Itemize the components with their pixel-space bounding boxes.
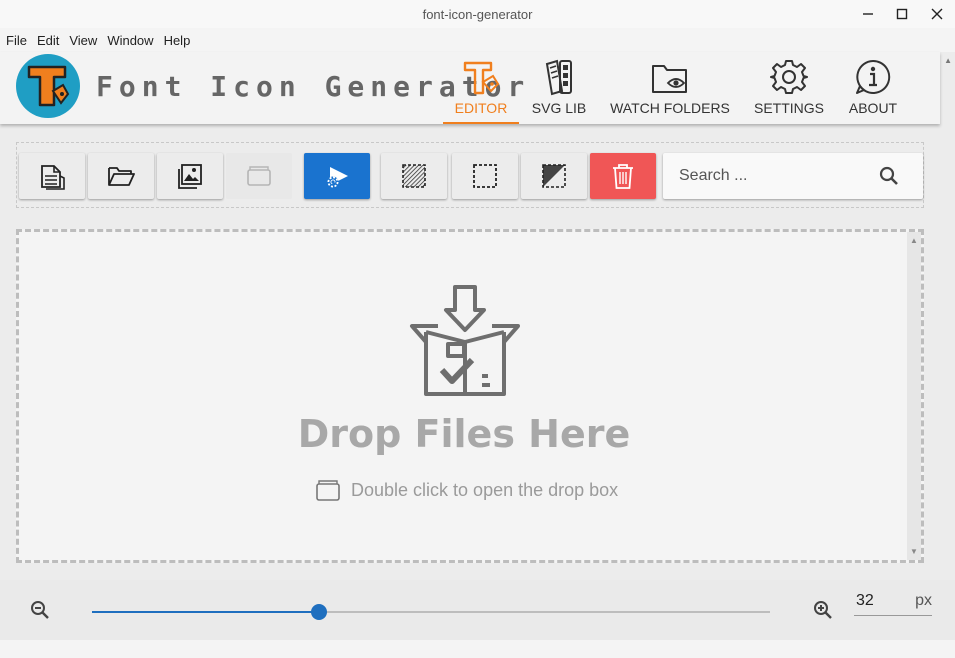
select-all-button[interactable] (381, 153, 447, 199)
drop-box-button[interactable] (226, 153, 292, 199)
tab-settings[interactable]: SETTINGS (751, 52, 827, 124)
window-title: font-icon-generator (422, 7, 533, 22)
select-none-button[interactable] (452, 153, 518, 199)
tab-settings-label: SETTINGS (753, 100, 824, 116)
scroll-up-icon[interactable]: ▲ (910, 236, 918, 245)
minimize-icon (863, 13, 873, 15)
tab-svg-lib[interactable]: SVG LIB (528, 52, 590, 124)
menu-file[interactable]: File (2, 33, 31, 48)
drop-hint-text: Double click to open the drop box (351, 479, 619, 500)
search-icon[interactable] (879, 166, 899, 191)
minimize-button[interactable] (857, 4, 879, 24)
maximize-button[interactable] (891, 4, 913, 24)
menu-view[interactable]: View (65, 33, 101, 48)
dropzone-scrollbar[interactable]: ▲ ▼ (907, 232, 921, 560)
delete-button[interactable] (590, 153, 656, 199)
invert-selection-icon (542, 164, 566, 188)
zoom-in-button[interactable] (811, 598, 835, 622)
tab-watch-folders-label: WATCH FOLDERS (610, 100, 730, 116)
menu-edit[interactable]: Edit (33, 33, 63, 48)
close-icon (931, 8, 943, 20)
editor-icon (463, 61, 500, 95)
close-button[interactable] (926, 4, 948, 24)
zoom-slider-thumb[interactable] (311, 604, 328, 620)
tab-editor[interactable]: EDITOR (443, 52, 519, 124)
page-scroll-up-icon[interactable]: ▲ (944, 56, 952, 65)
invert-selection-button[interactable] (521, 153, 587, 199)
toolbar (16, 142, 924, 208)
drop-box-small-icon (316, 480, 340, 501)
trash-icon (613, 164, 633, 189)
scroll-down-icon[interactable]: ▼ (910, 547, 918, 556)
zoom-slider[interactable] (92, 604, 770, 620)
logo-icon (27, 65, 70, 107)
search-box (663, 153, 923, 199)
gear-icon (770, 60, 808, 94)
select-none-icon (473, 164, 497, 188)
new-file-button[interactable] (19, 153, 85, 199)
menu-bar: File Edit View Window Help (0, 28, 955, 52)
tab-editor-label: EDITOR (454, 100, 508, 116)
menu-window[interactable]: Window (103, 33, 157, 48)
menu-help[interactable]: Help (160, 33, 195, 48)
app-logo (16, 54, 80, 118)
icon-size-field[interactable]: 32 px (854, 590, 932, 616)
generate-button[interactable] (304, 153, 370, 199)
generate-font-icon (327, 167, 348, 188)
drop-box-illustration-icon (410, 285, 520, 396)
file-stack-icon (41, 165, 65, 190)
drop-zone[interactable]: ▲ ▼ Drop Files Here Double click to open… (16, 229, 924, 563)
folder-open-icon (108, 167, 135, 186)
maximize-icon (896, 8, 908, 20)
image-stack-icon (178, 164, 202, 189)
watch-folder-icon (652, 65, 687, 93)
open-images-button[interactable] (157, 153, 223, 199)
tab-watch-folders[interactable]: WATCH FOLDERS (606, 52, 734, 124)
open-folder-button[interactable] (88, 153, 154, 199)
tab-about[interactable]: ABOUT (842, 52, 904, 124)
icon-size-value[interactable]: 32 (856, 592, 874, 610)
status-bar (0, 640, 955, 658)
zoom-in-icon (814, 601, 832, 619)
zoom-slider-fill (92, 611, 320, 613)
open-drop-box-hint[interactable]: Double click to open the drop box (315, 478, 618, 502)
drop-title: Drop Files Here (297, 412, 631, 456)
zoom-out-icon (31, 601, 49, 619)
icon-size-unit: px (915, 592, 932, 609)
zoom-out-button[interactable] (28, 598, 52, 622)
tab-svg-lib-label: SVG LIB (531, 100, 587, 116)
title-bar: font-icon-generator (0, 0, 955, 28)
svg-library-icon (545, 59, 572, 96)
zoom-bar: 32 px (0, 580, 955, 640)
info-icon (856, 59, 891, 94)
drop-box-icon (247, 166, 271, 186)
search-input[interactable] (679, 164, 869, 188)
select-all-icon (402, 164, 426, 188)
app-header: Font Icon Generator EDITOR SVG LIB WATCH… (0, 52, 940, 124)
tab-about-label: ABOUT (848, 100, 898, 116)
